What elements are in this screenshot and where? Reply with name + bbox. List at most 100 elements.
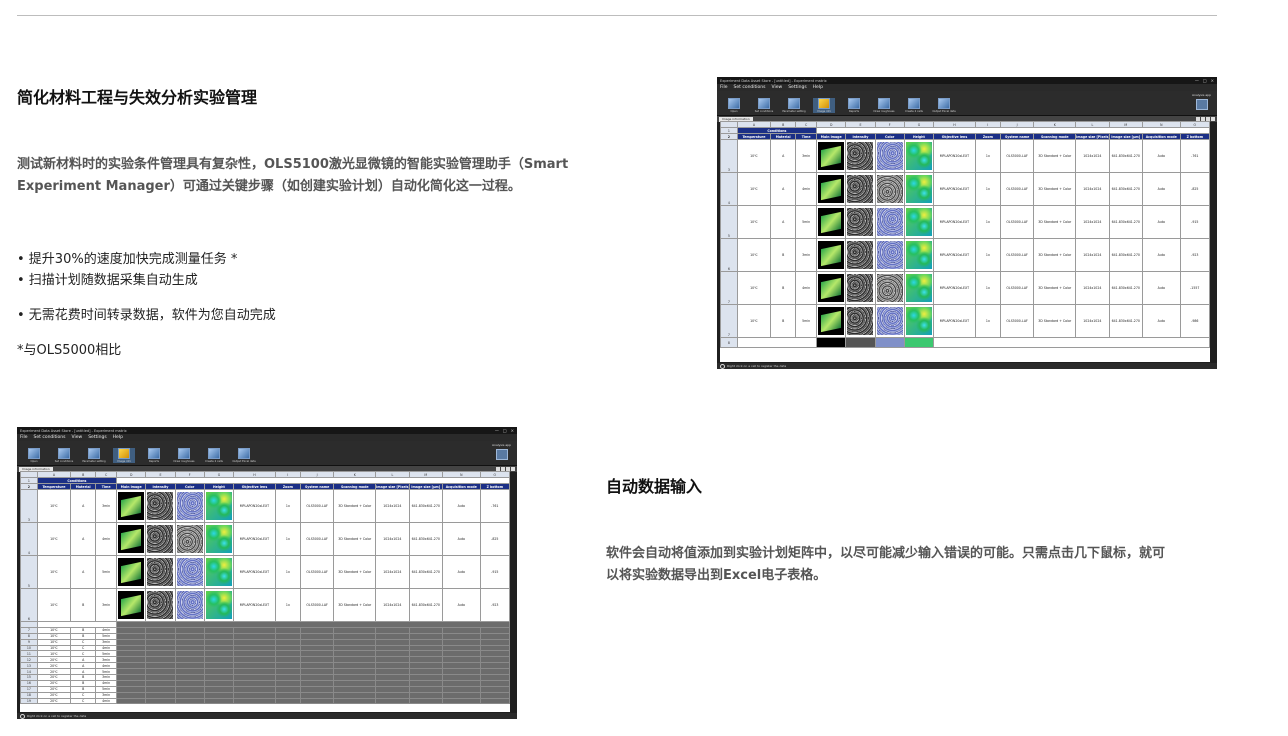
- cell-temperature[interactable]: 10℃: [736, 139, 772, 173]
- cell-main-image[interactable]: [816, 304, 847, 338]
- table-row[interactable]: 5 10℃ A 5min MPLAPON20xLEXT 1x OLS5000-LAF 3D S…: [20, 555, 510, 589]
- cell-z-bottom[interactable]: -915: [1179, 205, 1210, 239]
- cell-height[interactable]: [903, 238, 935, 272]
- cell-temperature[interactable]: 10℃: [736, 304, 772, 338]
- cell-intensity[interactable]: [845, 172, 876, 206]
- cell-objective-lens[interactable]: MPLAPON20xLEXT: [933, 205, 976, 239]
- menu-item[interactable]: View: [72, 435, 83, 440]
- toolbar-button[interactable]: Open: [723, 98, 745, 113]
- cell-objective-lens[interactable]: MPLAPON20xLEXT: [933, 271, 976, 305]
- menu-item[interactable]: Set conditions: [34, 435, 66, 440]
- cell-intensity[interactable]: [845, 205, 876, 239]
- toolbar-button[interactable]: Draw roughness: [873, 98, 895, 113]
- close-button[interactable]: ×: [511, 428, 514, 433]
- cell-temperature[interactable]: 10℃: [736, 172, 772, 206]
- cell-color[interactable]: [174, 489, 205, 523]
- cell-height[interactable]: [203, 489, 235, 523]
- cell-main-image[interactable]: [116, 555, 147, 589]
- cell-image-size-pixels[interactable]: 1024x1024: [375, 522, 410, 556]
- toolbar-button[interactable]: Image info: [113, 448, 135, 463]
- table-row[interactable]: 4 10℃ A 4min MPLAPON20xLEXT 1x OLS5000-LAF 3D S…: [20, 522, 510, 556]
- cell-color[interactable]: [174, 555, 205, 589]
- cell-system-name[interactable]: OLS5000-LAF: [299, 588, 335, 622]
- empty-cell[interactable]: [203, 697, 235, 705]
- cell-temperature[interactable]: 10℃: [36, 522, 72, 556]
- cell-zoom[interactable]: 1x: [974, 271, 1001, 305]
- panel-nav-button[interactable]: [1211, 117, 1215, 121]
- cell-color[interactable]: [874, 238, 905, 272]
- cell-temperature[interactable]: 10℃: [736, 205, 772, 239]
- cell-image-size-um[interactable]: 641.830x641.270: [408, 555, 443, 589]
- menu-item[interactable]: Settings: [788, 85, 806, 90]
- toolbar-button[interactable]: Parameter setting: [82, 448, 106, 463]
- toolbar-button[interactable]: Reports: [143, 448, 165, 463]
- minimize-button[interactable]: —: [1195, 78, 1199, 83]
- toolbar-button[interactable]: Open: [23, 448, 45, 463]
- cell-intensity[interactable]: [145, 489, 176, 523]
- cell-objective-lens[interactable]: MPLAPON20xLEXT: [233, 588, 276, 622]
- cell-time[interactable]: 5min: [795, 205, 818, 239]
- cell-time[interactable]: 4min: [95, 522, 118, 556]
- cell-zoom[interactable]: 1x: [974, 304, 1001, 338]
- cell-objective-lens[interactable]: MPLAPON20xLEXT: [233, 489, 276, 523]
- cell-system-name[interactable]: OLS5000-LAF: [999, 172, 1035, 206]
- cell-objective-lens[interactable]: MPLAPON20xLEXT: [233, 522, 276, 556]
- cell-z-bottom[interactable]: -825: [479, 522, 510, 556]
- maximize-button[interactable]: □: [1203, 78, 1207, 83]
- empty-cell[interactable]: [116, 697, 147, 705]
- cell-height[interactable]: [903, 139, 935, 173]
- cell-temperature[interactable]: 10℃: [36, 588, 72, 622]
- table-row[interactable]: 3 10℃ A 3min MPLAPON20xLEXT 1x OLS5000-LAF 3D S…: [720, 139, 1210, 173]
- cell-time[interactable]: 5min: [795, 304, 818, 338]
- cell-material[interactable]: B: [770, 304, 797, 338]
- menu-item[interactable]: Set conditions: [734, 85, 766, 90]
- toolbar-button[interactable]: Create 2 cells: [903, 98, 925, 113]
- cell-height[interactable]: [203, 588, 235, 622]
- cell-zoom[interactable]: 1x: [974, 172, 1001, 206]
- table-row[interactable]: 6 10℃ B 3min MPLAPON20xLEXT 1x OLS5000-LAF 3D S…: [20, 588, 510, 622]
- cell-system-name[interactable]: OLS5000-LAF: [999, 139, 1035, 173]
- menu-item[interactable]: File: [20, 435, 28, 440]
- cell-system-name[interactable]: OLS5000-LAF: [999, 238, 1035, 272]
- cell-material[interactable]: A: [770, 205, 797, 239]
- cell-material[interactable]: A: [770, 172, 797, 206]
- cell-scanning-mode[interactable]: 3D Standard + Color: [1033, 205, 1077, 239]
- table-row[interactable]: 5 10℃ A 5min MPLAPON20xLEXT 1x OLS5000-LAF 3D S…: [720, 205, 1210, 239]
- cell-image-size-pixels[interactable]: 1024x1024: [375, 555, 410, 589]
- menu-item[interactable]: View: [772, 85, 783, 90]
- cell-height[interactable]: [903, 271, 935, 305]
- cell-image-size-pixels[interactable]: 1024x1024: [375, 588, 410, 622]
- cell-z-bottom[interactable]: -986: [1179, 304, 1210, 338]
- cell-height[interactable]: [203, 522, 235, 556]
- toolbar-button[interactable]: Set conditions: [753, 98, 775, 113]
- table-row[interactable]: 7 10℃ B 4min MPLAPON20xLEXT 1x OLS5000-LAF 3D S…: [720, 271, 1210, 305]
- cell-intensity[interactable]: [845, 337, 876, 348]
- cell-temperature[interactable]: 10℃: [36, 555, 72, 589]
- cell-system-name[interactable]: OLS5000-LAF: [999, 205, 1035, 239]
- cell-temperature[interactable]: 10℃: [736, 238, 772, 272]
- cell-time[interactable]: 5min: [95, 555, 118, 589]
- cell-main-image[interactable]: [116, 489, 147, 523]
- cell-image-size-pixels[interactable]: 1024x1024: [1075, 205, 1110, 239]
- cell-color[interactable]: [874, 337, 905, 348]
- cell-z-bottom[interactable]: -915: [479, 555, 510, 589]
- cell-acquisition-mode[interactable]: Auto: [1141, 238, 1181, 272]
- cell-scanning-mode[interactable]: 3D Standard + Color: [1033, 139, 1077, 173]
- menu-item[interactable]: Help: [113, 435, 123, 440]
- cell-height[interactable]: [203, 555, 235, 589]
- table-row[interactable]: 4 10℃ A 4min MPLAPON20xLEXT 1x OLS5000-LAF 3D S…: [720, 172, 1210, 206]
- cell-intensity[interactable]: [145, 588, 176, 622]
- cell-main-image[interactable]: [116, 522, 147, 556]
- menu-item[interactable]: Settings: [88, 435, 106, 440]
- cell-intensity[interactable]: [845, 139, 876, 173]
- cell-z-bottom[interactable]: -761: [1179, 139, 1210, 173]
- cell-main-image[interactable]: [816, 205, 847, 239]
- cell-objective-lens[interactable]: MPLAPON20xLEXT: [933, 139, 976, 173]
- cell-time[interactable]: 4min: [95, 697, 118, 705]
- cell-intensity[interactable]: [845, 304, 876, 338]
- toolbar-button[interactable]: Reports: [843, 98, 865, 113]
- cell-time[interactable]: 4min: [795, 172, 818, 206]
- empty-cell[interactable]: [145, 697, 176, 705]
- cell-material[interactable]: B: [770, 238, 797, 272]
- cell-material[interactable]: A: [70, 522, 97, 556]
